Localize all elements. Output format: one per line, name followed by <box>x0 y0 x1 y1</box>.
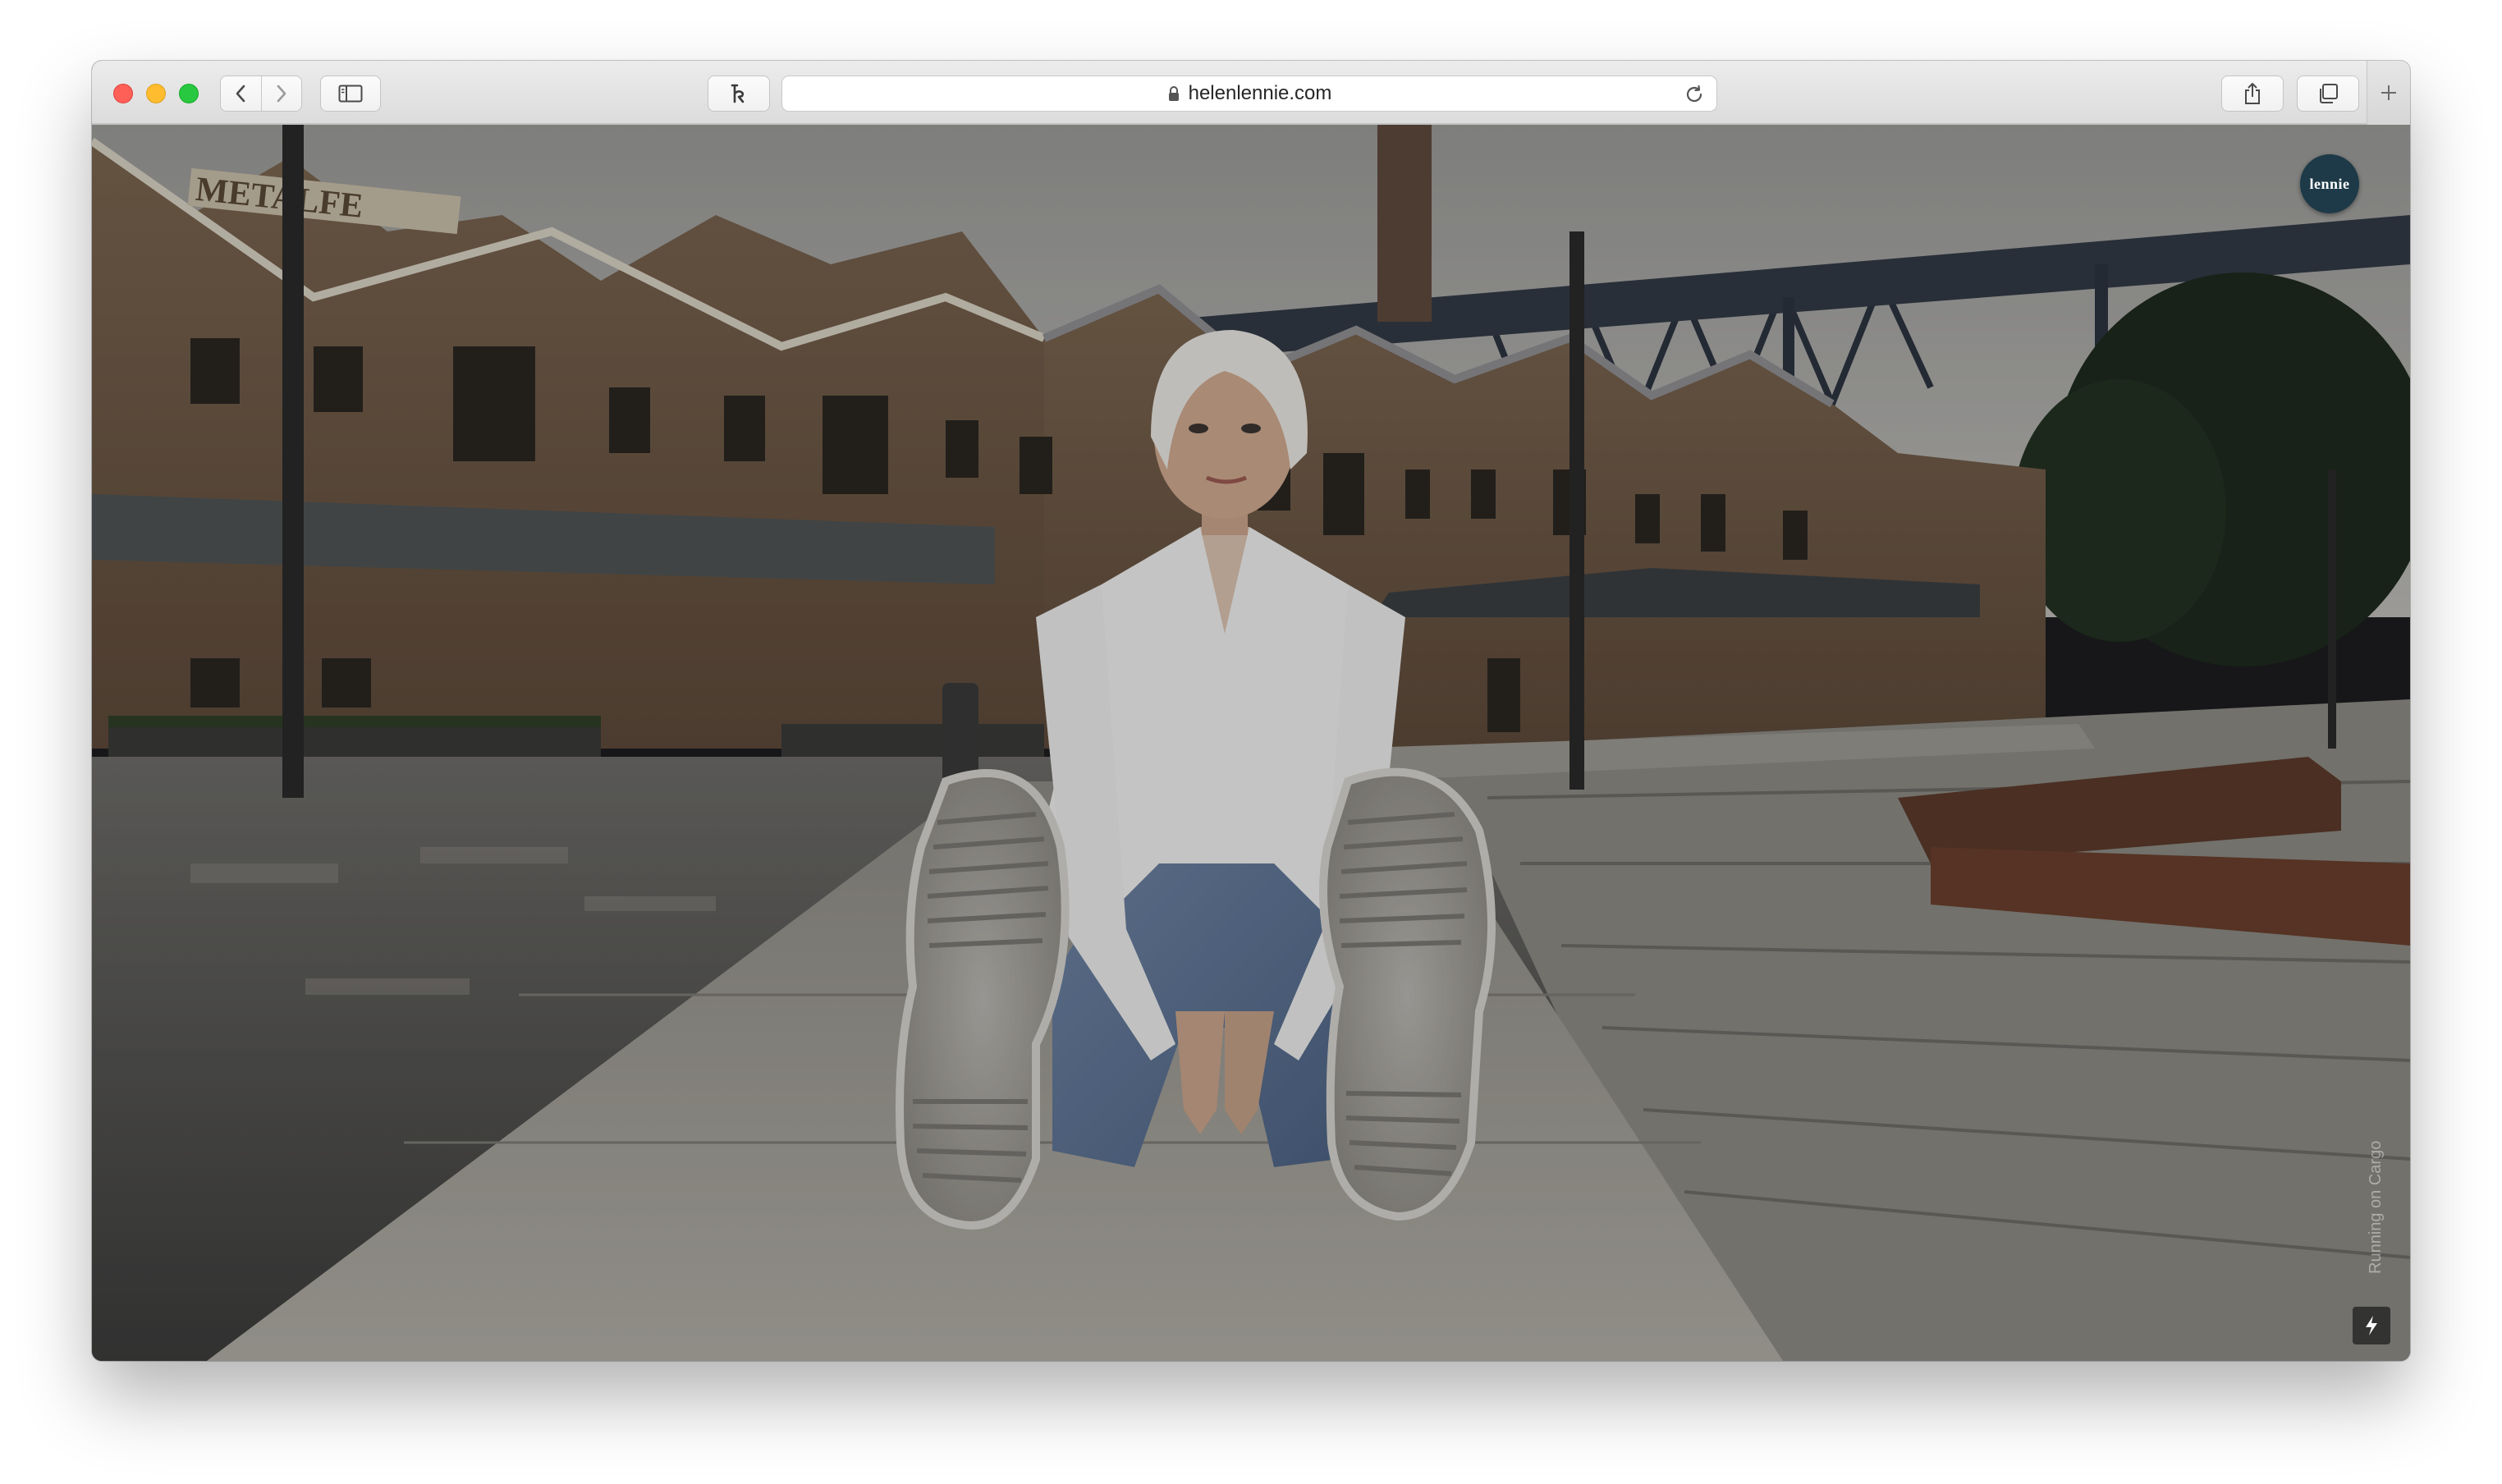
plus-icon <box>2381 85 2396 100</box>
reload-icon[interactable] <box>1684 84 1705 105</box>
flash-button[interactable] <box>2353 1307 2390 1344</box>
hero-image: METALFE <box>92 125 2410 1361</box>
web-content: METALFE lennie Running on Cargo <box>92 125 2410 1361</box>
site-logo[interactable]: lennie <box>2300 154 2359 213</box>
back-icon <box>236 85 245 103</box>
zoom-window-button[interactable] <box>179 84 199 103</box>
url-text: helenlennie.com <box>1188 82 1332 104</box>
tabs-overview-button[interactable] <box>2297 76 2359 112</box>
browser-toolbar: helenlennie.com <box>92 61 2410 125</box>
address-bar[interactable]: helenlennie.com <box>781 76 1717 112</box>
lightning-icon <box>2366 1316 2377 1335</box>
extension-icon <box>731 84 745 103</box>
tabs-overview-icon <box>2320 84 2338 103</box>
sidebar-icon <box>338 85 363 103</box>
minimize-window-button[interactable] <box>146 84 166 103</box>
running-on-cargo-label[interactable]: Running on Cargo <box>2367 1141 2385 1274</box>
forward-icon <box>277 85 286 103</box>
sidebar-toggle-button[interactable] <box>320 76 381 112</box>
back-button[interactable] <box>221 76 262 111</box>
logo-text: lennie <box>2309 175 2350 192</box>
extension-button[interactable] <box>708 76 770 112</box>
lock-icon <box>1168 86 1179 101</box>
close-window-button[interactable] <box>113 84 133 103</box>
forward-button[interactable] <box>262 76 302 111</box>
navigation-buttons <box>220 76 302 112</box>
browser-window: helenlennie.com METALFE lennie Running o… <box>92 61 2410 1361</box>
share-icon <box>2245 83 2260 104</box>
share-button[interactable] <box>2221 76 2284 112</box>
new-tab-button[interactable] <box>2367 61 2410 125</box>
